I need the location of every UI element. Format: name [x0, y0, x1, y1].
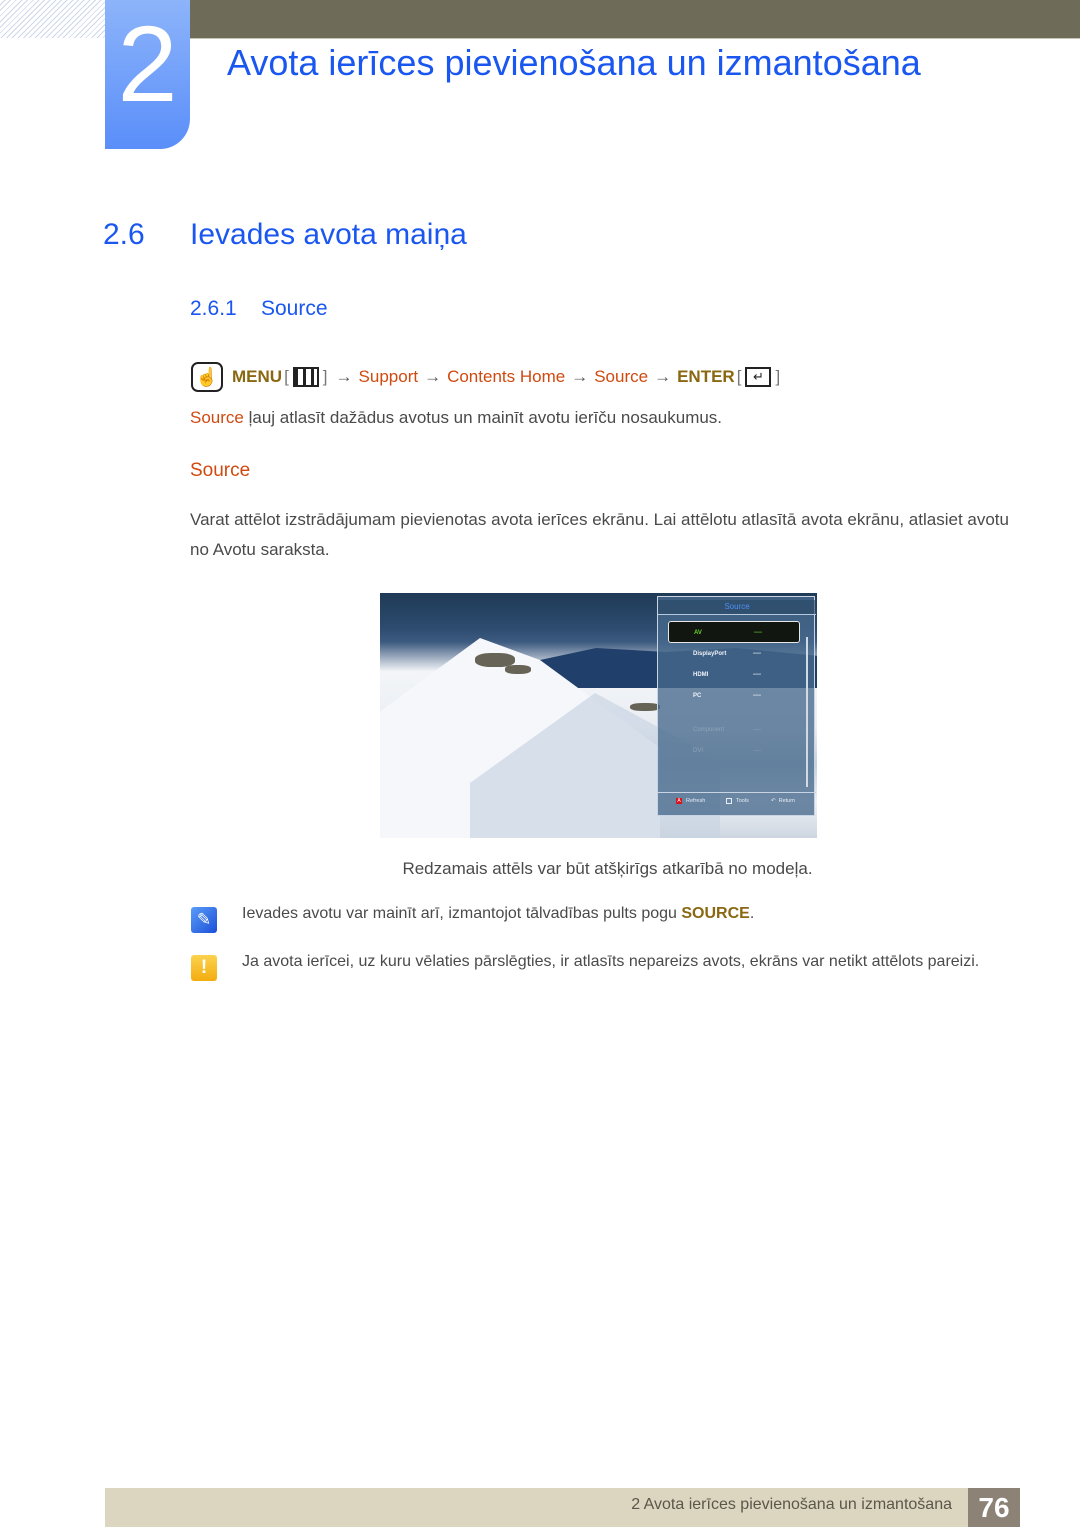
source-description: Source ļauj atlasīt dažādus avotus un ma… [190, 408, 722, 428]
osd-refresh-label: Refresh [686, 798, 706, 804]
subsection-number: 2.6.1 [190, 297, 237, 320]
source-keyword: Source [190, 408, 244, 427]
osd-item-value: ---- [754, 630, 762, 636]
header-hatch-decoration [0, 0, 105, 38]
osd-item-value: ---- [753, 651, 761, 657]
red-a-button-icon: A [676, 798, 682, 804]
arrow: → [424, 367, 442, 386]
section-number: 2.6 [103, 218, 145, 251]
osd-item-value: ---- [753, 672, 761, 678]
bracket-close: ] [322, 367, 328, 386]
menu-path-contents-home: Contents Home [447, 367, 566, 386]
source-osd-panel: Source AV ---- DisplayPort ---- HDMI ---… [657, 596, 816, 816]
osd-tools-button[interactable]: Tools [726, 798, 749, 804]
osd-item-component: Component ---- [668, 719, 800, 741]
source-description-text: ļauj atlasīt dažādus avotus un mainīt av… [243, 408, 723, 427]
osd-footer-divider [658, 792, 816, 793]
osd-item-dvi: DVI ---- [668, 740, 800, 762]
osd-item-label: DVI [693, 748, 704, 754]
header-bar [190, 0, 1080, 38]
rock-outcrop [630, 703, 660, 711]
osd-item-label: HDMI [693, 672, 709, 678]
enter-return-icon: ↵ [745, 367, 772, 387]
arrow: → [335, 367, 353, 386]
osd-item-label: PC [693, 693, 702, 699]
return-icon: ↶ [771, 798, 776, 804]
osd-item-hdmi[interactable]: HDMI ---- [668, 664, 800, 686]
osd-return-label: Return [778, 798, 796, 804]
osd-item-label: AV [694, 630, 702, 636]
warning-text: Ja avota ierīcei, uz kuru vēlaties pārsl… [242, 953, 980, 970]
osd-item-label: Component [693, 727, 725, 733]
osd-title: Source [658, 600, 816, 614]
osd-item-label: DisplayPort [693, 651, 727, 657]
osd-item-displayport[interactable]: DisplayPort ---- [668, 643, 800, 665]
note-text: Ievades avotu var mainīt arī, izmantojot… [242, 905, 754, 923]
footer-chapter-title: 2 Avota ierīces pievienošana un izmantoš… [631, 1496, 952, 1513]
osd-tools-label: Tools [736, 798, 749, 804]
osd-return-button[interactable]: ↶ Return [771, 798, 795, 804]
osd-divider [658, 614, 816, 615]
arrow: → [654, 367, 672, 386]
menu-path-menu: MENU [232, 367, 283, 386]
osd-item-value: ---- [753, 727, 761, 733]
menu-path-support: Support [358, 367, 419, 386]
osd-item-value: ---- [753, 693, 761, 699]
remote-touch-icon: ☝ [191, 362, 223, 392]
page-number: 76 [968, 1488, 1020, 1527]
menu-grid-icon [292, 367, 319, 387]
rock-outcrop [505, 665, 531, 674]
bracket-open: [ [284, 367, 289, 386]
menu-path-source: Source [594, 367, 649, 386]
osd-refresh-button[interactable]: A Refresh [676, 798, 705, 804]
chapter-number: 2 [117, 3, 178, 124]
bracket-close: ] [775, 367, 781, 386]
source-heading: Source [190, 460, 251, 481]
page-footer: 2 Avota ierīces pievienošana un izmantoš… [105, 1488, 1020, 1527]
menu-path-enter: ENTER [677, 367, 735, 386]
menu-path: ☝ MENU [ ] → Support → Contents Home → S… [191, 361, 782, 393]
note-end: . [749, 905, 755, 922]
arrow: → [571, 367, 589, 386]
osd-scrollbar[interactable] [806, 637, 808, 787]
warning-exclamation-icon: ! [191, 955, 217, 981]
osd-item-pc[interactable]: PC ---- [668, 685, 800, 707]
figure-caption: Redzamais attēls var būt atšķirīgs atkar… [402, 859, 813, 878]
note-pencil-icon: ✎ [191, 907, 217, 933]
note-keyword: SOURCE [681, 905, 750, 922]
chapter-tab: 2 [105, 0, 190, 149]
chapter-title: Avota ierīces pievienošana un izmantošan… [227, 42, 921, 83]
header-divider [190, 38, 1080, 39]
tools-icon [726, 798, 732, 804]
source-paragraph: Varat attēlot izstrādājumam pievienotas … [190, 510, 1009, 559]
subsection-title: Source [261, 297, 328, 320]
osd-item-av[interactable]: AV ---- [668, 621, 800, 643]
bracket-open: [ [736, 367, 742, 386]
osd-item-value: ---- [753, 748, 761, 754]
note-body: Ievades avotu var mainīt arī, izmantojot… [242, 905, 682, 922]
section-title: Ievades avota maiņa [190, 218, 467, 251]
